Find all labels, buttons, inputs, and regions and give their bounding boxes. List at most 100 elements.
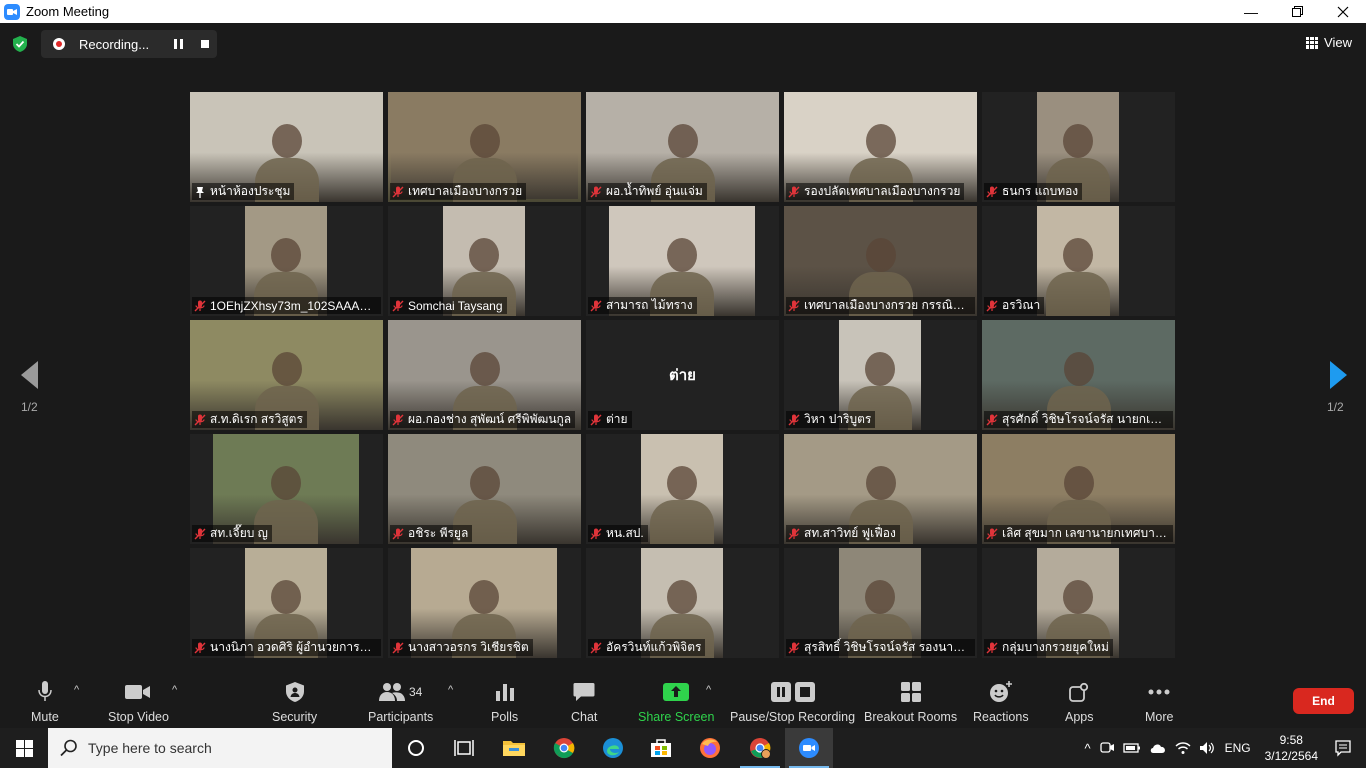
show-hidden-icons-chevron-icon[interactable]: ^ [1084,741,1090,756]
participant-video-tile[interactable]: วิหา ปาริบูตร [784,320,977,430]
muted-microphone-icon [590,300,602,311]
mute-button[interactable]: Mute [31,680,59,724]
participant-video-tile[interactable]: เทศบาลเมืองบางกรวย [388,92,581,202]
more-button[interactable]: More [1145,680,1173,724]
taskbar-clock[interactable]: 9:58 3/12/2564 [1265,732,1318,764]
participant-video-tile[interactable]: ผอ.กองช่าง สุพัฒน์ ศรีพิพัฒนกูล [388,320,581,430]
participant-silhouette [1063,238,1093,272]
wifi-icon[interactable] [1175,741,1191,755]
participant-video-tile[interactable]: กลุ่มบางกรวยยุคใหม่ [982,548,1175,658]
participant-name: เทศบาลเมืองบางกรวย กรรณิการ... [804,298,971,312]
participant-video-tile[interactable]: ธนกร แถบทอง [982,92,1175,202]
participant-name: สามารถ ไม้ทราง [606,298,693,312]
participant-silhouette [667,238,697,272]
participant-silhouette [865,352,895,386]
file-explorer-button[interactable] [490,728,538,768]
start-button[interactable] [0,728,48,768]
participant-name: อัครวินท์แก้วพิจิตร [606,640,702,654]
participants-label: Participants [368,710,434,724]
more-label: More [1145,710,1174,724]
reactions-button[interactable]: Reactions [973,680,1029,724]
end-meeting-button[interactable]: End [1293,688,1354,714]
audio-options-chevron-icon[interactable]: ^ [74,684,79,696]
participant-video-tile[interactable]: ผอ.น้ำทิพย์ อุ่นแจ่ม [586,92,779,202]
participant-video-tile[interactable]: หน.สป. [586,434,779,544]
encryption-shield-icon[interactable] [11,35,29,53]
participant-name: ต่าย [606,412,628,426]
pause-recording-button[interactable] [174,39,184,49]
previous-page-arrow-icon[interactable] [18,360,42,390]
participant-video-tile[interactable]: สุรสิทธิ์ วิชิษโรจน์จรัส รองนายกเ... [784,548,977,658]
minimize-button[interactable]: — [1228,0,1274,23]
share-options-chevron-icon[interactable]: ^ [706,684,711,696]
volume-icon[interactable] [1199,741,1215,755]
meet-now-icon[interactable] [1099,740,1115,756]
participant-video-tile[interactable]: อชิระ พีรยูล [388,434,581,544]
participant-video-tile[interactable]: 1OEhjZXhsy73m_102SAAAA... [190,206,383,316]
participant-video-feed [641,434,723,544]
participants-button[interactable]: 34 Participants [368,680,433,724]
participant-video-tile[interactable]: สามารถ ไม้ทราง [586,206,779,316]
zoom-taskbar-button[interactable] [785,728,833,768]
stop-video-button[interactable]: Stop Video [108,680,169,724]
taskbar-search-box[interactable]: Type here to search [48,728,392,768]
stop-recording-button[interactable] [201,40,209,48]
participant-video-tile[interactable]: นางสาวอรกร วิเชียรชิต [388,548,581,658]
participant-video-tile[interactable]: รองปลัดเทศบาลเมืองบางกรวย [784,92,977,202]
muted-microphone-icon [986,186,998,197]
participant-silhouette [1063,352,1094,386]
participant-video-tile[interactable]: อรวิณา [982,206,1175,316]
participant-video-tile[interactable]: นางนิภา อวดศิริ ผู้อำนวยการกอ... [190,548,383,658]
chat-button[interactable]: Chat [571,680,597,724]
breakout-rooms-button[interactable]: Breakout Rooms [864,680,957,724]
cortana-button[interactable] [392,728,440,768]
polls-label: Polls [491,710,519,724]
pause-stop-recording-button[interactable]: Pause/Stop Recording [730,680,855,724]
participant-video-tile[interactable]: เลิศ สุขมาก เลขานายกเทศบาลเ... [982,434,1175,544]
restore-button[interactable] [1274,0,1320,23]
participant-name-label: วิหา ปาริบูตร [786,411,876,428]
close-button[interactable] [1320,0,1366,23]
firefox-button[interactable] [686,728,734,768]
recording-label: Recording... [79,36,150,52]
security-button[interactable]: Security [272,680,317,724]
participant-video-tile[interactable]: Somchai Taysang [388,206,581,316]
more-ellipsis-icon [1148,689,1170,695]
battery-plug-icon[interactable] [1122,741,1141,755]
apps-label: Apps [1065,710,1094,724]
participant-silhouette [865,124,896,158]
store-button[interactable] [637,728,685,768]
notifications-icon[interactable] [1334,739,1352,757]
participant-video-tile[interactable]: หน้าห้องประชุม [190,92,383,202]
participant-silhouette [667,466,697,500]
video-options-chevron-icon[interactable]: ^ [172,684,177,696]
participant-video-tile[interactable]: ส.ท.ดิเรก สรวิสูตร [190,320,383,430]
apps-button[interactable]: Apps [1065,680,1094,724]
participants-options-chevron-icon[interactable]: ^ [448,684,453,696]
next-page-arrow-icon[interactable] [1326,360,1350,390]
participant-silhouette [271,466,301,500]
share-screen-button[interactable]: Share Screen [638,680,714,724]
participant-video-tile[interactable]: ต่าย ต่าย [586,320,779,430]
participant-name: 1OEhjZXhsy73m_102SAAAA... [210,298,377,313]
polls-button[interactable]: Polls [491,680,518,724]
participant-video-tile[interactable]: เทศบาลเมืองบางกรวย กรรณิการ... [784,206,977,316]
windows-logo-icon [15,739,33,757]
page-indicator-left: 1/2 [21,400,38,414]
participant-name-label: สุรสิทธิ์ วิชิษโรจน์จรัส รองนายกเ... [786,639,975,656]
chrome-profile-button[interactable] [736,728,784,768]
onedrive-cloud-icon[interactable] [1149,742,1167,754]
view-button[interactable]: View [1306,35,1352,50]
edge-button[interactable] [589,728,637,768]
participant-body [1046,272,1110,316]
chrome-button[interactable] [540,728,588,768]
participant-video-tile[interactable]: สุรศักดิ์ วิชิษโรจน์จรัส นายกเทศ... [982,320,1175,430]
input-language[interactable]: ENG [1225,741,1251,755]
participant-silhouette [469,238,499,272]
participant-video-tile[interactable]: สท.สาวิทย์ ฟูเฟื่อง [784,434,977,544]
participant-name-label: อัครวินท์แก้วพิจิตร [588,639,706,656]
participant-video-tile[interactable]: อัครวินท์แก้วพิจิตร [586,548,779,658]
participant-name-label: อชิระ พีรยูล [390,525,473,542]
participant-video-tile[interactable]: สท.เจี๊ยบ ญ [190,434,383,544]
task-view-button[interactable] [440,728,488,768]
